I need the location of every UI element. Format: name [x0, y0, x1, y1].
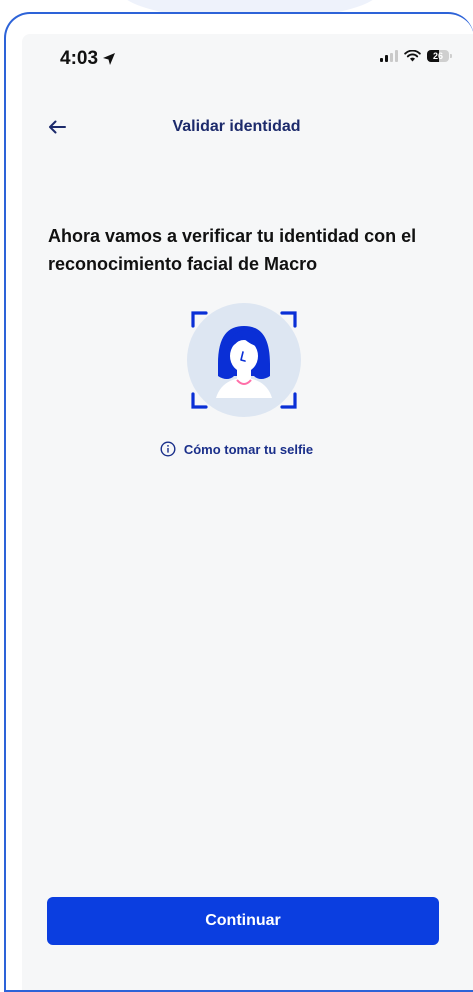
battery-icon: 26 — [427, 50, 452, 62]
page-title: Validar identidad — [172, 118, 301, 135]
phone-frame — [4, 12, 473, 992]
selfie-help-label: Cómo tomar tu selfie — [183, 441, 314, 457]
face-scan-illustration — [187, 303, 301, 417]
continue-button[interactable]: Continuar — [47, 897, 439, 945]
status-icons: 26 — [380, 50, 452, 62]
status-time: 4:03 — [60, 48, 116, 70]
battery-level: 26 — [432, 51, 443, 61]
location-arrow-icon — [103, 53, 116, 65]
status-time-text: 4:03 — [60, 48, 99, 69]
app-screen — [22, 34, 473, 990]
wifi-icon — [404, 50, 421, 62]
cellular-signal-icon — [380, 50, 398, 62]
info-icon — [160, 441, 176, 457]
instruction-heading: Ahora vamos a verificar tu identidad con… — [48, 226, 417, 274]
selfie-help-link[interactable]: Cómo tomar tu selfie — [0, 441, 473, 457]
